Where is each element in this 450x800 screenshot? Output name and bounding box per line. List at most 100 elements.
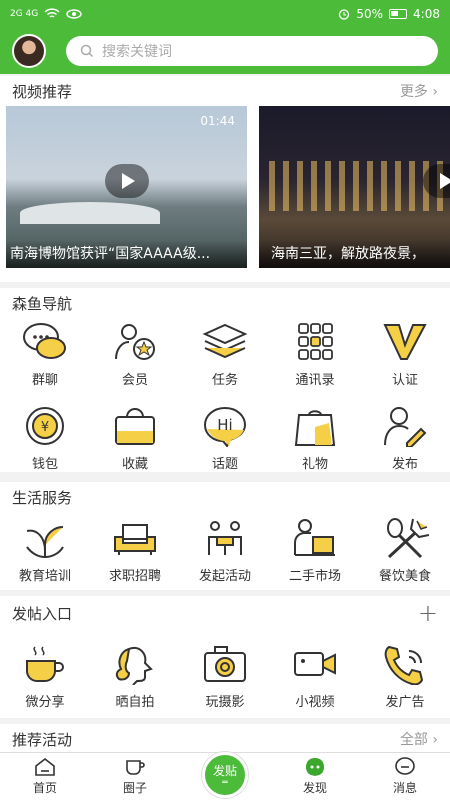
video-section-title: 视频推荐 — [12, 82, 73, 101]
battery-icon — [389, 9, 408, 19]
coffee-icon — [26, 645, 64, 682]
life-item-events[interactable]: 发起活动 — [180, 508, 270, 592]
life-item-label: 教育培训 — [18, 568, 71, 584]
basket-icon — [115, 407, 155, 445]
sofa-job-icon — [114, 523, 156, 555]
avatar[interactable] — [12, 34, 46, 68]
layers-icon — [202, 323, 248, 358]
life-item-label: 二手市场 — [288, 568, 341, 584]
wifi-icon — [44, 8, 60, 18]
activities-more-link[interactable]: 全部 › — [400, 729, 438, 749]
signal-text: 2G 4G — [10, 9, 39, 19]
life-item-label: 餐饮美食 — [378, 568, 431, 584]
life-section: 生活服务 教育培训 求职招聘 发起活动 二手市场 餐饮美食 — [0, 482, 450, 590]
post-item-photo[interactable]: 玩摄影 — [180, 634, 270, 718]
nav-item-favorites[interactable]: 收藏 — [90, 396, 180, 480]
tab-messages[interactable]: 消息 — [360, 753, 450, 800]
nav-item-publish[interactable]: 发布 — [360, 396, 450, 480]
discover-icon — [306, 758, 324, 776]
video-section-header: 视频推荐 更多 › — [0, 76, 450, 106]
life-item-food[interactable]: 餐饮美食 — [360, 508, 450, 592]
tab-circle[interactable]: 圈子 — [90, 753, 180, 800]
education-icon — [26, 525, 64, 558]
post-item-label: 发广告 — [385, 694, 425, 710]
post-icon: ═ — [222, 778, 228, 788]
tab-label: 发现 — [302, 781, 327, 795]
svg-text:¥: ¥ — [41, 420, 49, 435]
video-camera-icon — [294, 651, 336, 676]
tab-label: 首页 — [32, 781, 57, 795]
post-item-selfie[interactable]: 晒自拍 — [90, 634, 180, 718]
nav-item-wallet[interactable]: ¥ 钱包 — [0, 396, 90, 480]
life-grid: 教育培训 求职招聘 发起活动 二手市场 餐饮美食 — [0, 508, 450, 592]
video-card[interactable]: 01:44 南海博物馆获评“国家AAAA级... — [6, 106, 247, 268]
post-item-label: 小视频 — [295, 694, 335, 710]
gift-bag-icon — [294, 409, 336, 446]
play-icon[interactable] — [104, 164, 149, 198]
nav-item-label: 认证 — [391, 372, 418, 388]
post-item-video[interactable]: 小视频 — [270, 634, 360, 718]
post-button[interactable]: 发贴 ═ — [202, 751, 248, 798]
play-icon[interactable] — [423, 164, 450, 198]
search-icon — [80, 44, 94, 58]
video-more-link[interactable]: 更多 › — [400, 81, 438, 101]
tab-discover[interactable]: 发现 — [270, 753, 360, 800]
video-caption: 海南三亚，解放路夜景， — [259, 240, 450, 268]
nav-item-member[interactable]: 会员 — [90, 312, 180, 396]
meeting-icon — [208, 520, 242, 555]
tab-home[interactable]: 首页 — [0, 753, 90, 800]
video-list: 01:44 南海博物馆获评“国家AAAA级... 海南三亚，解放路夜景， — [0, 106, 450, 268]
nav-grid: 群聊 会员 任务 通讯录 认证 ¥ 钱包 收藏 Hi 话题 礼物 发布 — [0, 312, 450, 480]
activities-section: 推荐活动 全部 › — [0, 724, 450, 754]
clock: 4:08 — [413, 7, 440, 21]
nav-item-group-chat[interactable]: 群聊 — [0, 312, 90, 396]
cup-icon — [126, 760, 145, 775]
life-item-secondhand[interactable]: 二手市场 — [270, 508, 360, 592]
post-item-ad[interactable]: 发广告 — [360, 634, 450, 718]
post-item-label: 微分享 — [25, 694, 65, 710]
nav-item-label: 通讯录 — [295, 372, 335, 388]
activities-section-title: 推荐活动 — [12, 730, 73, 749]
status-bar: 2G 4G 50% 4:08 — [0, 0, 450, 28]
video-duration: 01:44 — [200, 114, 235, 128]
post-section-header: 发帖入口 + — [0, 596, 450, 630]
activities-section-header: 推荐活动 全部 › — [0, 724, 450, 754]
life-item-jobs[interactable]: 求职招聘 — [90, 508, 180, 592]
post-item-label: 晒自拍 — [115, 694, 155, 710]
tab-label: 圈子 — [122, 781, 147, 795]
nav-section-title: 森鱼导航 — [12, 294, 73, 313]
nav-item-label: 任务 — [211, 372, 238, 388]
status-left: 2G 4G — [10, 8, 82, 20]
search-placeholder: 搜索关键词 — [102, 44, 172, 60]
chat-bubbles-icon — [23, 322, 66, 359]
alarm-icon — [339, 9, 350, 20]
delivery-icon — [294, 518, 335, 556]
home-icon — [35, 757, 55, 776]
post-item-share[interactable]: 微分享 — [0, 634, 90, 718]
nav-item-contacts[interactable]: 通讯录 — [270, 312, 360, 396]
nav-item-topics[interactable]: Hi 话题 — [180, 396, 270, 480]
nav-item-label: 话题 — [211, 456, 238, 472]
add-post-button[interactable]: + — [418, 599, 438, 627]
bottom-tab-bar: 首页 圈子 发贴 ═ 发现 消息 — [0, 751, 450, 800]
post-section-title: 发帖入口 — [12, 604, 73, 623]
nav-item-verify[interactable]: 认证 — [360, 312, 450, 396]
search-input[interactable]: 搜索关键词 — [66, 36, 438, 66]
tab-post[interactable]: 发贴 ═ — [180, 751, 270, 800]
life-item-label: 求职招聘 — [108, 568, 161, 584]
life-item-education[interactable]: 教育培训 — [0, 508, 90, 592]
video-card[interactable]: 海南三亚，解放路夜景， — [259, 106, 450, 268]
nav-item-tasks[interactable]: 任务 — [180, 312, 270, 396]
hi-bubble-icon: Hi — [203, 406, 247, 447]
nav-item-label: 收藏 — [121, 456, 148, 472]
verified-v-icon — [383, 323, 427, 360]
nav-item-label: 发布 — [391, 456, 418, 472]
selfie-icon — [115, 646, 153, 685]
member-star-icon — [115, 323, 155, 360]
nav-item-label: 群聊 — [31, 372, 58, 388]
life-section-title: 生活服务 — [12, 488, 73, 507]
camera-icon — [204, 645, 246, 682]
video-caption: 南海博物馆获评“国家AAAA级... — [6, 240, 247, 268]
nav-item-gifts[interactable]: 礼物 — [270, 396, 360, 480]
video-thumbnail — [269, 161, 449, 211]
